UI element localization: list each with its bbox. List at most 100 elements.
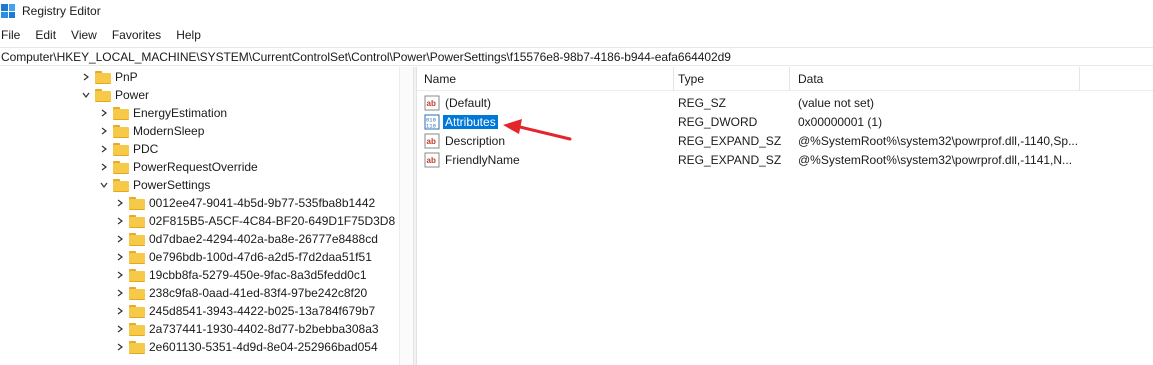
svg-text:ab: ab [427, 99, 436, 108]
folder-icon [129, 214, 145, 228]
value-data: @%SystemRoot%\system32\powrprof.dll,-114… [798, 133, 1079, 148]
menu-help[interactable]: Help [175, 28, 201, 42]
folder-icon [95, 88, 111, 102]
tree-node[interactable]: PnP [80, 68, 138, 86]
chevron-right-icon[interactable] [114, 251, 126, 263]
tree-node[interactable]: 245d8541-3943-4422-b025-13a784f679b7 [114, 302, 375, 320]
chevron-down-icon[interactable] [98, 179, 110, 191]
value-name-cell[interactable]: ab (Default) [424, 93, 493, 112]
value-type: REG_DWORD [678, 114, 758, 129]
chevron-right-icon[interactable] [80, 71, 92, 83]
value-name[interactable]: Attributes [443, 114, 498, 129]
tree-node-label: PnP [115, 70, 138, 84]
folder-icon [129, 232, 145, 246]
tree-node-label: 0012ee47-9041-4b5d-9b77-535fba8b1442 [149, 196, 376, 210]
value-name[interactable]: Description [443, 134, 507, 148]
menu-edit[interactable]: Edit [34, 28, 56, 42]
chevron-right-icon[interactable] [114, 269, 126, 281]
tree-node[interactable]: 0e796bdb-100d-47d6-a2d5-f7d2daa51f51 [114, 248, 372, 266]
tree-node[interactable]: 0012ee47-9041-4b5d-9b77-535fba8b1442 [114, 194, 375, 212]
string-value-icon: ab [424, 152, 440, 168]
value-name-cell[interactable]: ab Description [424, 131, 507, 150]
tree-scrollbar[interactable] [399, 67, 413, 365]
value-name-cell[interactable]: ab FriendlyName [424, 150, 522, 169]
value-row[interactable]: ab (Default) REG_SZ (value not set) [417, 93, 1153, 112]
address-path[interactable]: Computer\HKEY_LOCAL_MACHINE\SYSTEM\Curre… [0, 50, 731, 64]
chevron-right-icon[interactable] [114, 197, 126, 209]
value-type: REG_EXPAND_SZ [678, 152, 782, 167]
folder-icon [113, 106, 129, 120]
menu-view[interactable]: View [70, 28, 97, 42]
value-name-cell[interactable]: 010 110 Attributes [424, 112, 498, 131]
value-data: 0x00000001 (1) [798, 114, 883, 129]
svg-text:ab: ab [427, 156, 436, 165]
tree-node-label: Power [115, 88, 150, 102]
tree-node-label: 2e601130-5351-4d9d-8e04-252966bad054 [149, 340, 378, 354]
chevron-right-icon[interactable] [98, 143, 110, 155]
folder-icon [113, 160, 129, 174]
column-divider[interactable] [673, 67, 674, 91]
tree-node[interactable]: 0d7dbae2-4294-402a-ba8e-26777e8488cd [114, 230, 378, 248]
chevron-down-icon[interactable] [80, 89, 92, 101]
tree-node[interactable]: ModernSleep [98, 122, 204, 140]
binary-value-icon: 010 110 [424, 114, 440, 130]
value-name[interactable]: FriendlyName [443, 153, 522, 167]
chevron-right-icon[interactable] [114, 341, 126, 353]
chevron-right-icon[interactable] [98, 107, 110, 119]
tree-node[interactable]: EnergyEstimation [98, 104, 227, 122]
column-header-name[interactable]: Name [424, 67, 456, 91]
chevron-right-icon[interactable] [98, 161, 110, 173]
value-name[interactable]: (Default) [443, 96, 493, 110]
folder-icon [129, 268, 145, 282]
tree-node[interactable]: PowerSettings [98, 176, 210, 194]
chevron-right-icon[interactable] [98, 125, 110, 137]
tree-node[interactable]: Power [80, 86, 149, 104]
string-value-icon: ab [424, 133, 440, 149]
svg-text:110: 110 [426, 122, 436, 129]
tree-node[interactable]: PDC [98, 140, 158, 158]
string-value-icon: ab [424, 95, 440, 111]
tree-node[interactable]: 02F815B5-A5CF-4C84-BF20-649D1F75D3D8 [114, 212, 395, 230]
tree-node-label: PDC [133, 142, 159, 156]
tree-node[interactable]: 2e601130-5351-4d9d-8e04-252966bad054 [114, 338, 378, 356]
tree-node-label: 0e796bdb-100d-47d6-a2d5-f7d2daa51f51 [149, 250, 372, 264]
folder-icon [113, 142, 129, 156]
values-list[interactable]: Name Type Data ab (Default) REG_SZ (value n… [417, 67, 1153, 365]
value-type: REG_EXPAND_SZ [678, 133, 782, 148]
column-header-type[interactable]: Type [678, 67, 704, 91]
column-divider[interactable] [1079, 67, 1080, 91]
folder-icon [129, 322, 145, 336]
menu-file[interactable]: File [0, 28, 20, 42]
value-row[interactable]: 010 110 Attributes REG_DWORD 0x00000001 (1) [417, 112, 1153, 131]
chevron-right-icon[interactable] [114, 287, 126, 299]
list-header: Name Type Data [417, 67, 1153, 91]
tree-node[interactable]: PowerRequestOverride [98, 158, 258, 176]
folder-icon [113, 124, 129, 138]
chevron-right-icon[interactable] [114, 305, 126, 317]
chevron-right-icon[interactable] [114, 323, 126, 335]
value-data: @%SystemRoot%\system32\powrprof.dll,-114… [798, 152, 1073, 167]
chevron-right-icon[interactable] [114, 233, 126, 245]
tree-node-label: PowerRequestOverride [133, 160, 258, 174]
tree-node[interactable]: 2a737441-1930-4402-8d77-b2bebba308a3 [114, 320, 379, 338]
tree-node[interactable]: 238c9fa8-0aad-41ed-83f4-97be242c8f20 [114, 284, 367, 302]
folder-icon [129, 304, 145, 318]
address-bar[interactable]: Computer\HKEY_LOCAL_MACHINE\SYSTEM\Curre… [0, 47, 1153, 66]
folder-icon [129, 340, 145, 354]
column-divider[interactable] [789, 67, 790, 91]
value-row[interactable]: ab Description REG_EXPAND_SZ @%SystemRoot%\… [417, 131, 1153, 150]
tree-node-label: PowerSettings [133, 178, 211, 192]
key-tree[interactable]: PnP Power EnergyEstimation ModernSleep PDC Po… [0, 67, 413, 365]
menu-favorites[interactable]: Favorites [111, 28, 161, 42]
tree-node[interactable]: 19cbb8fa-5279-450e-9fac-8a3d5fedd0c1 [114, 266, 367, 284]
svg-text:ab: ab [427, 137, 436, 146]
column-header-data[interactable]: Data [798, 67, 823, 91]
value-row[interactable]: ab FriendlyName REG_EXPAND_SZ @%SystemRoot%… [417, 150, 1153, 169]
folder-icon [129, 196, 145, 210]
tree-node-label: 0d7dbae2-4294-402a-ba8e-26777e8488cd [149, 232, 378, 246]
title-bar: Registry Editor [0, 0, 1153, 22]
chevron-right-icon[interactable] [114, 215, 126, 227]
folder-icon [113, 178, 129, 192]
folder-icon [95, 70, 111, 84]
menu-bar: File Edit View Favorites Help [0, 25, 215, 45]
